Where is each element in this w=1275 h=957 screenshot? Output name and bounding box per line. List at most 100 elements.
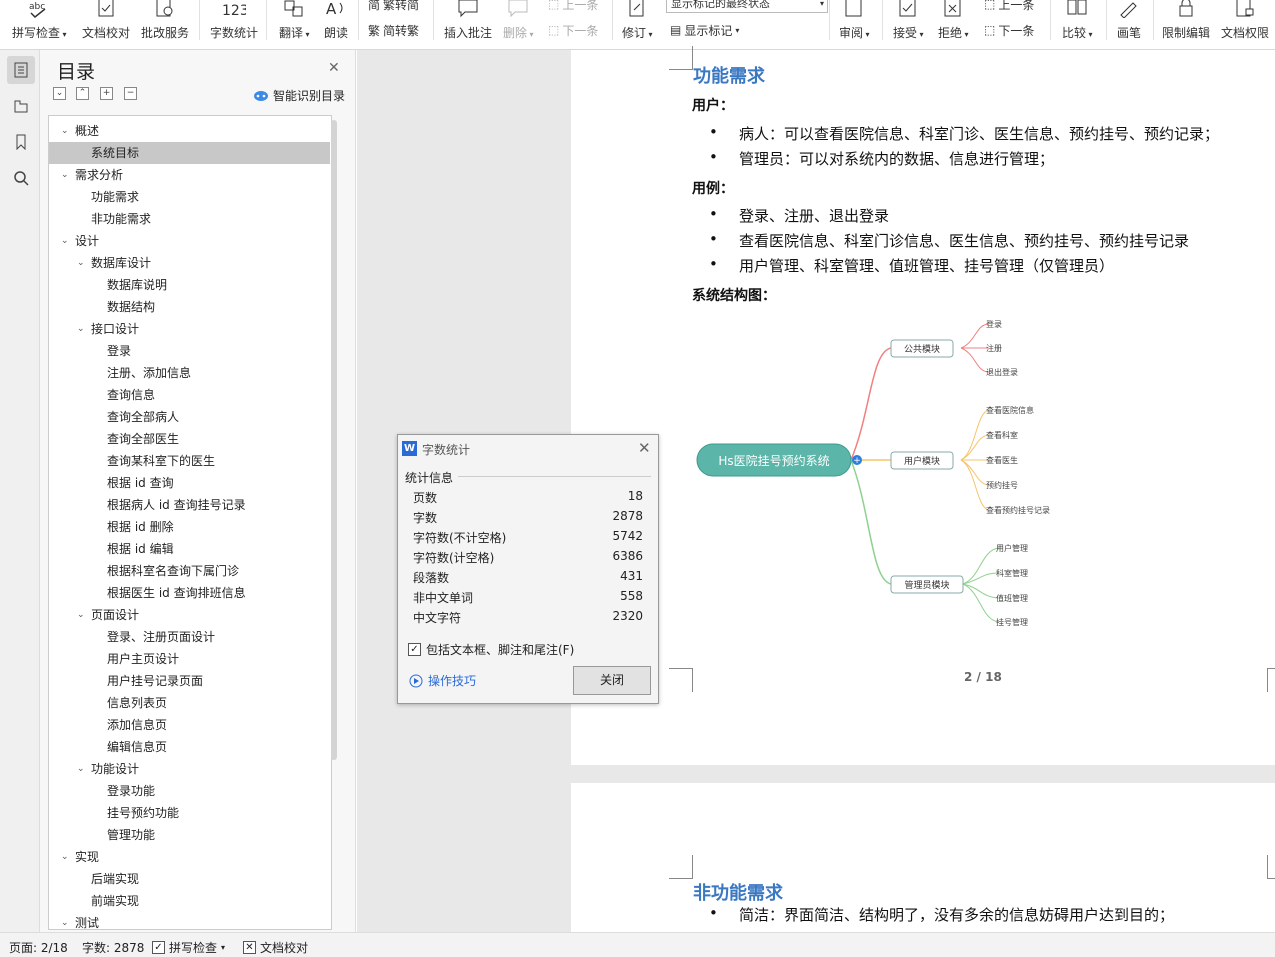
chapter-panel-icon[interactable]	[7, 92, 35, 120]
toc-item[interactable]: 登录功能	[49, 780, 330, 802]
word-count-button[interactable]: 123 字数统计	[210, 0, 258, 46]
status-doc-proof[interactable]: ✕ 文档校对	[243, 939, 308, 956]
toc-item-label: 查询信息	[107, 388, 156, 402]
toc-item[interactable]: 数据库说明	[49, 274, 330, 296]
translate-button[interactable]: 翻译 ▾	[279, 0, 310, 46]
include-textbox-checkbox[interactable]: ✓ 包括文本框、脚注和尾注(F)	[408, 641, 574, 658]
simp-to-trad-label: 简转繁	[383, 23, 420, 38]
doc-permission-button[interactable]: 文档权限	[1221, 0, 1269, 46]
expand-chevron-icon[interactable]: ⌄	[77, 758, 85, 780]
toc-item[interactable]: 根据 id 编辑	[49, 538, 330, 560]
ai-toc-button[interactable]: 智能识别目录	[253, 87, 345, 104]
toc-item[interactable]: 系统目标	[49, 142, 330, 164]
show-markup-button[interactable]: ▤ 显示标记 ▾	[670, 21, 739, 39]
toc-item[interactable]: 登录	[49, 340, 330, 362]
page-indicator[interactable]: 页面: 2/18	[9, 939, 68, 956]
toc-item[interactable]: 查询信息	[49, 384, 330, 406]
insert-comment-button[interactable]: 插入批注	[444, 0, 492, 46]
expand-chevron-icon[interactable]: ⌄	[61, 912, 69, 929]
toc-item[interactable]: 用户挂号记录页面	[49, 670, 330, 692]
compare-button[interactable]: 比较 ▾	[1062, 0, 1093, 46]
toc-item[interactable]: ⌄ 数据库设计	[49, 252, 330, 274]
prev-comment-button[interactable]: ⬚ 上一条	[548, 0, 598, 13]
close-icon[interactable]: ✕	[638, 439, 651, 457]
toc-item[interactable]: 查询全部病人	[49, 406, 330, 428]
toc-item-label: 登录功能	[107, 784, 156, 798]
expand-chevron-icon[interactable]: ⌄	[61, 846, 69, 868]
delete-comment-button[interactable]: 删除 ▾	[503, 0, 534, 46]
toc-item[interactable]: ⌄ 接口设计	[49, 318, 330, 340]
reject-button[interactable]: 拒绝 ▾	[938, 0, 969, 46]
toc-item[interactable]: 登录、注册页面设计	[49, 626, 330, 648]
expand-chevron-icon[interactable]: ⌄	[61, 164, 69, 186]
toc-item[interactable]: 查询全部医生	[49, 428, 330, 450]
read-aloud-button[interactable]: A 朗读	[324, 0, 348, 46]
toc-panel-icon[interactable]	[7, 56, 35, 84]
markup-state-select[interactable]: 显示标记的最终状态 ▾	[666, 0, 828, 13]
toc-item[interactable]: 挂号预约功能	[49, 802, 330, 824]
toc-item[interactable]: 数据结构	[49, 296, 330, 318]
toc-item[interactable]: 信息列表页	[49, 692, 330, 714]
toc-item[interactable]: 后端实现	[49, 868, 330, 890]
toc-item[interactable]: ⌄ 功能设计	[49, 758, 330, 780]
pen-button[interactable]: 画笔	[1117, 0, 1141, 46]
expand-chevron-icon[interactable]: ⌄	[77, 604, 85, 626]
prev-change-button[interactable]: ⬚ 上一条	[984, 0, 1034, 13]
restrict-edit-button[interactable]: 限制编辑	[1162, 0, 1210, 46]
toc-item[interactable]: 根据病人 id 查询挂号记录	[49, 494, 330, 516]
trad-to-simp-button[interactable]: 简繁转简	[368, 0, 419, 13]
toc-item[interactable]: 添加信息页	[49, 714, 330, 736]
toc-item[interactable]: ⌄ 实现	[49, 846, 330, 868]
next-comment-button[interactable]: ⬚ 下一条	[548, 21, 598, 39]
spellcheck-button[interactable]: abc 拼写检查 ▾	[12, 0, 67, 46]
search-icon[interactable]	[7, 164, 35, 192]
word-count-indicator[interactable]: 字数: 2878	[82, 939, 144, 956]
track-changes-icon	[626, 0, 648, 18]
toc-item-label: 信息列表页	[107, 696, 168, 710]
toc-item[interactable]: ⌄ 概述	[49, 120, 330, 142]
track-changes-button[interactable]: 修订 ▾	[622, 0, 653, 46]
next-change-button[interactable]: ⬚ 下一条	[984, 21, 1034, 39]
simp-to-trad-button[interactable]: 繁简转繁	[368, 21, 419, 39]
toc-item[interactable]: ⌄ 需求分析	[49, 164, 330, 186]
toc-item[interactable]: 根据科室名查询下属门诊	[49, 560, 330, 582]
toc-item[interactable]: 注册、添加信息	[49, 362, 330, 384]
close-icon[interactable]: ✕	[328, 60, 340, 76]
toc-item[interactable]: ⌄ 测试	[49, 912, 330, 929]
expand-chevron-icon[interactable]: ⌄	[77, 252, 85, 274]
toc-item[interactable]: 根据 id 查询	[49, 472, 330, 494]
expand-chevron-icon[interactable]: ⌄	[61, 230, 69, 252]
toc-item[interactable]: ⌄ 设计	[49, 230, 330, 252]
revise-service-button[interactable]: 批改服务	[141, 0, 189, 46]
toc-item[interactable]: 根据 id 删除	[49, 516, 330, 538]
status-spellcheck[interactable]: ✓ 拼写检查 ▾	[152, 939, 225, 956]
accept-button[interactable]: 接受 ▾	[893, 0, 924, 46]
toc-scrollbar[interactable]	[331, 120, 337, 760]
toc-item[interactable]: 管理功能	[49, 824, 330, 846]
toc-item[interactable]: 查询某科室下的医生	[49, 450, 330, 472]
expand-chevron-icon[interactable]: ⌄	[77, 318, 85, 340]
bookmark-icon[interactable]	[7, 128, 35, 156]
mindmap-branch-label: 管理员模块	[904, 579, 949, 591]
toc-item[interactable]: 编辑信息页	[49, 736, 330, 758]
heading-functional-req: 功能需求	[693, 66, 765, 87]
lock-icon	[1175, 0, 1197, 18]
doc-proof-button[interactable]: 文档校对	[82, 0, 130, 46]
toc-item[interactable]: 用户主页设计	[49, 648, 330, 670]
chevron-down-icon: ▾	[819, 0, 824, 8]
toc-item[interactable]: ⌄ 页面设计	[49, 604, 330, 626]
toc-item[interactable]: 功能需求	[49, 186, 330, 208]
close-button[interactable]: 关闭	[573, 666, 651, 695]
remove-heading-icon[interactable]: −	[124, 87, 137, 100]
expand-chevron-icon[interactable]: ⌄	[61, 120, 69, 142]
translate-label: 翻译	[279, 26, 304, 40]
toc-item[interactable]: 前端实现	[49, 890, 330, 912]
review-button[interactable]: 审阅 ▾	[839, 0, 870, 46]
toc-item[interactable]: 根据医生 id 查询排班信息	[49, 582, 330, 604]
toc-item[interactable]: 非功能需求	[49, 208, 330, 230]
expand-up-icon[interactable]: ⌃	[76, 87, 89, 100]
tips-link[interactable]: 操作技巧	[409, 672, 476, 689]
structure-heading: 系统结构图：	[692, 288, 776, 304]
collapse-all-icon[interactable]: ⌄	[53, 87, 66, 100]
add-heading-icon[interactable]: +	[100, 87, 113, 100]
